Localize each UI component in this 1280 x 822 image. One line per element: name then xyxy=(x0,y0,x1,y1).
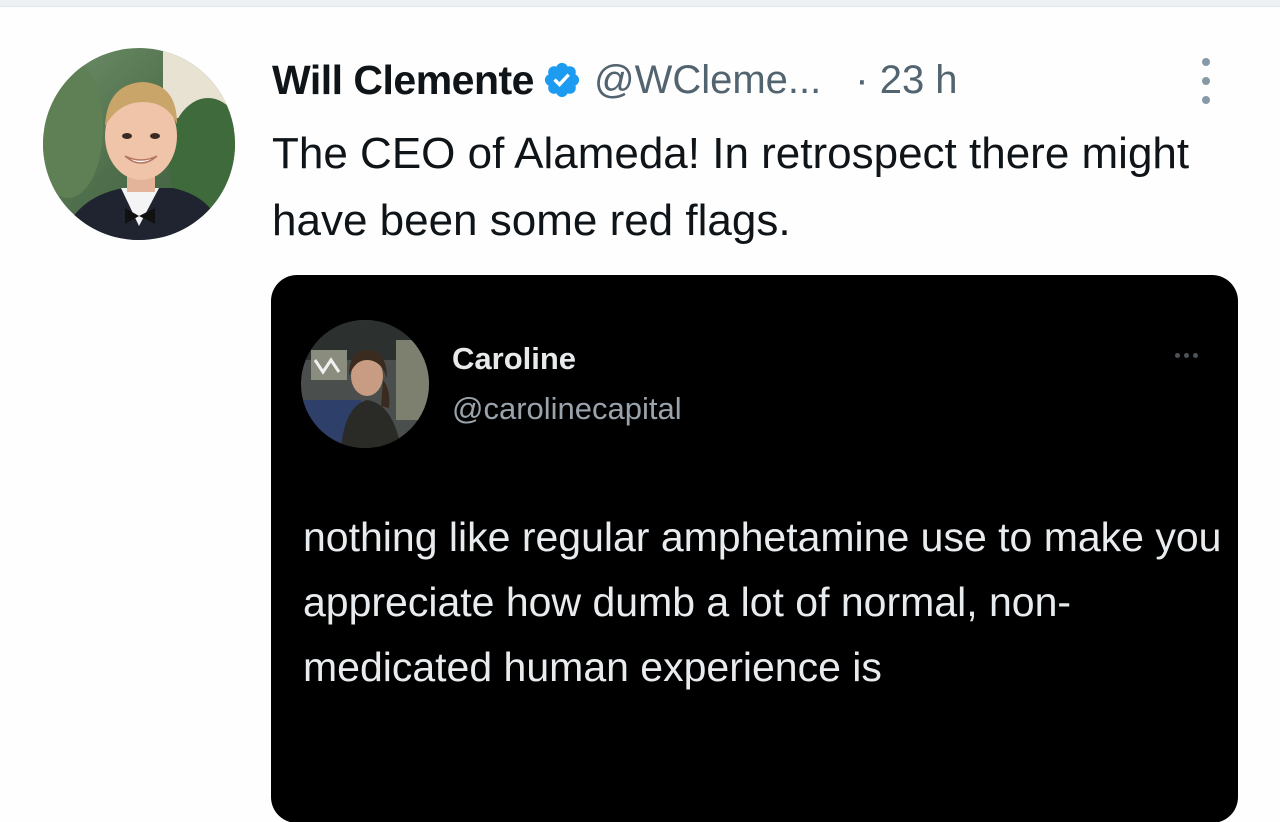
quoted-author-handle[interactable]: @carolinecapital xyxy=(452,391,682,427)
author-avatar[interactable] xyxy=(43,48,235,240)
top-divider xyxy=(0,0,1280,7)
author-handle[interactable]: @WCleme... xyxy=(594,58,821,103)
more-vertical-icon[interactable] xyxy=(1196,58,1216,104)
tweet-timestamp[interactable]: · 23 h xyxy=(855,58,957,103)
verified-badge-icon xyxy=(542,60,582,100)
tweet-header: Will Clemente @WCleme... · 23 h xyxy=(272,52,958,108)
more-horizontal-icon[interactable] xyxy=(1175,353,1198,358)
quoted-tweet-text: nothing like regular amphetamine use to … xyxy=(303,514,1222,690)
tweet-text: The CEO of Alameda! In retrospect there … xyxy=(272,129,1190,245)
quoted-tweet-card[interactable]: Caroline @carolinecapital nothing like r… xyxy=(271,275,1238,822)
author-display-name[interactable]: Will Clemente xyxy=(272,57,534,104)
tweet-screenshot: Will Clemente @WCleme... · 23 h The CEO … xyxy=(0,0,1280,822)
quoted-author-avatar-image xyxy=(301,320,429,448)
quoted-author-display-name[interactable]: Caroline xyxy=(452,341,576,377)
quoted-author-avatar[interactable] xyxy=(301,320,429,448)
author-avatar-image xyxy=(43,48,235,240)
